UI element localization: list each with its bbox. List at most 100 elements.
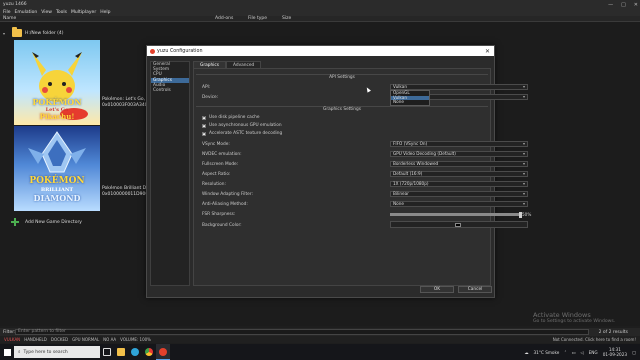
menubar: File Emulation View Tools Multiplayer He… (0, 9, 640, 16)
device-label: Device: (202, 95, 219, 100)
checkbox-checked-icon[interactable] (202, 115, 206, 120)
game-box-art: POKÉMON Let's Go Pikachu! (14, 40, 100, 125)
menu-file[interactable]: File (3, 10, 11, 15)
art-title-line1: POKÉMON (32, 97, 82, 107)
cancel-button[interactable]: Cancel (458, 286, 492, 293)
tab-graphics[interactable]: Graphics (193, 61, 226, 68)
system-tray: ☁ 31°C Smoke ˄ ▭ ◁ ENG 14:31 01-09-2023 … (524, 344, 640, 360)
checkbox-checked-icon[interactable] (202, 123, 206, 128)
weather-text[interactable]: 31°C Smoke (534, 350, 560, 355)
menu-multiplayer[interactable]: Multiplayer (71, 10, 96, 15)
status-aa[interactable]: NO AA (103, 337, 116, 342)
background-color-label: Background Color: (202, 223, 242, 228)
activate-windows-watermark: Activate Windows Go to Settings to activ… (533, 311, 615, 324)
chrome-icon (145, 348, 153, 356)
minimize-button[interactable]: — (608, 2, 613, 8)
status-room[interactable]: Not Connected. Click here to find a room… (553, 337, 636, 342)
adapting-filter-select[interactable]: Bilinear (390, 191, 528, 197)
checkbox-astc-decoding[interactable]: Accelerate ASTC texture decoding (202, 131, 282, 136)
column-filetype[interactable]: File type (248, 16, 267, 21)
aspect-ratio-select[interactable]: Default (16:9) (390, 171, 528, 177)
filter-input[interactable]: Enter pattern to filter (15, 329, 589, 335)
window-titlebar: yuzu 1466 — □ ✕ (0, 0, 640, 9)
checkbox-label: Use asynchronous GPU emulation (209, 123, 282, 128)
taskbar-search[interactable]: ⌕ Type here to search (14, 346, 100, 358)
nvdec-select[interactable]: GPU Video Decoding (Default) (390, 151, 528, 157)
yuzu-logo-icon (150, 48, 155, 54)
ok-button[interactable]: OK (420, 286, 454, 293)
anti-aliasing-label: Anti-Aliasing Method: (202, 202, 248, 207)
slider-fill (390, 213, 520, 216)
close-button[interactable]: ✕ (634, 2, 638, 8)
notification-icon[interactable]: ▢ (632, 350, 636, 355)
tray-chevron-icon[interactable]: ˄ (564, 350, 566, 355)
clock[interactable]: 14:31 01-09-2023 (603, 347, 627, 357)
watermark-title: Activate Windows (533, 311, 591, 319)
yuzu-icon (159, 347, 167, 356)
status-gpu[interactable]: GPU NORMAL (72, 337, 99, 342)
filter-bar: Filter: Enter pattern to filter 2 of 2 r… (0, 328, 640, 336)
folder-icon (12, 27, 22, 37)
vsync-select[interactable]: FIFO (VSync On) (390, 141, 528, 147)
language-indicator[interactable]: ENG (589, 350, 598, 355)
weather-icon: ☁ (524, 349, 529, 355)
graphics-panel: API Settings API: Vulkan Device: Graphic… (193, 68, 531, 286)
column-addons[interactable]: Add-ons (215, 16, 233, 21)
taskbar-edge[interactable] (128, 344, 142, 360)
aspect-ratio-label: Aspect Ratio: (202, 172, 231, 177)
menu-view[interactable]: View (41, 10, 52, 15)
taskbar-explorer[interactable] (114, 344, 128, 360)
dialog-close-icon[interactable]: ✕ (485, 48, 490, 55)
checkbox-checked-icon[interactable] (202, 131, 206, 136)
windows-logo-icon (3, 348, 11, 356)
filter-result-count: 2 of 2 results (598, 329, 628, 335)
anti-aliasing-select[interactable]: None (390, 201, 528, 207)
checkbox-async-gpu[interactable]: Use asynchronous GPU emulation (202, 123, 282, 128)
volume-icon[interactable]: ◁ (580, 350, 583, 355)
menu-tools[interactable]: Tools (56, 10, 67, 15)
add-game-directory-label: Add New Game Directory (25, 219, 82, 225)
api-option-none[interactable]: None (391, 99, 429, 105)
fullscreen-mode-select[interactable]: Borderless Windowed (390, 161, 528, 167)
add-game-directory[interactable]: Add New Game Directory (11, 218, 82, 226)
taskbar-yuzu[interactable] (156, 344, 170, 360)
fsr-sharpness-value: 50% (522, 212, 532, 217)
network-icon[interactable]: ▭ (571, 350, 575, 355)
expand-arrow-icon[interactable]: ▾ (3, 31, 5, 36)
menu-help[interactable]: Help (100, 10, 110, 15)
watermark-subtitle: Go to Settings to activate Windows. (533, 319, 616, 324)
status-vulkan[interactable]: VULKAN (4, 337, 20, 342)
checkbox-label: Accelerate ASTC texture decoding (209, 131, 283, 136)
column-size[interactable]: Size (282, 16, 291, 21)
status-volume[interactable]: VOLUME: 100% (120, 337, 151, 342)
sidebar-item-controls[interactable]: Controls (151, 88, 189, 93)
background-color-button[interactable] (390, 221, 528, 228)
folder-name: H:/New folder (4) (25, 30, 64, 36)
window-controls: — □ ✕ (608, 0, 638, 9)
api-dropdown-list: OpenGL Vulkan None (390, 90, 430, 106)
fsr-sharpness-slider[interactable] (390, 211, 522, 218)
checkbox-label: Use disk pipeline cache (209, 115, 260, 120)
menu-emulation[interactable]: Emulation (15, 10, 38, 15)
tab-advanced[interactable]: Advanced (225, 61, 262, 68)
maximize-button[interactable]: □ (621, 2, 626, 8)
resolution-label: Resolution: (202, 182, 226, 187)
resolution-select[interactable]: 1X (720p/1080p) (390, 181, 528, 187)
status-handheld[interactable]: HANDHELD (24, 337, 47, 342)
checkbox-disk-pipeline-cache[interactable]: Use disk pipeline cache (202, 115, 260, 120)
taskbar-chrome[interactable] (142, 344, 156, 360)
start-button[interactable] (0, 344, 14, 360)
art-title-line3: Pikachu! (39, 112, 75, 121)
dialog-titlebar: yuzu Configuration ✕ (147, 46, 494, 56)
file-explorer-icon (117, 348, 125, 356)
api-settings-title: API Settings (329, 75, 355, 80)
task-view-button[interactable] (100, 344, 114, 360)
task-view-icon (103, 348, 111, 356)
nvdec-label: NVDEC emulation: (202, 152, 242, 157)
folder-row[interactable]: ▾ H:/New folder (4) (0, 27, 64, 39)
status-docked[interactable]: DOCKED (51, 337, 68, 342)
fsr-sharpness-label: FSR Sharpness: (202, 212, 236, 217)
art-title-line1: POKÉMON (29, 176, 85, 186)
configuration-dialog: yuzu Configuration ✕ General System CPU … (146, 45, 531, 298)
column-name[interactable]: Name (3, 16, 16, 21)
